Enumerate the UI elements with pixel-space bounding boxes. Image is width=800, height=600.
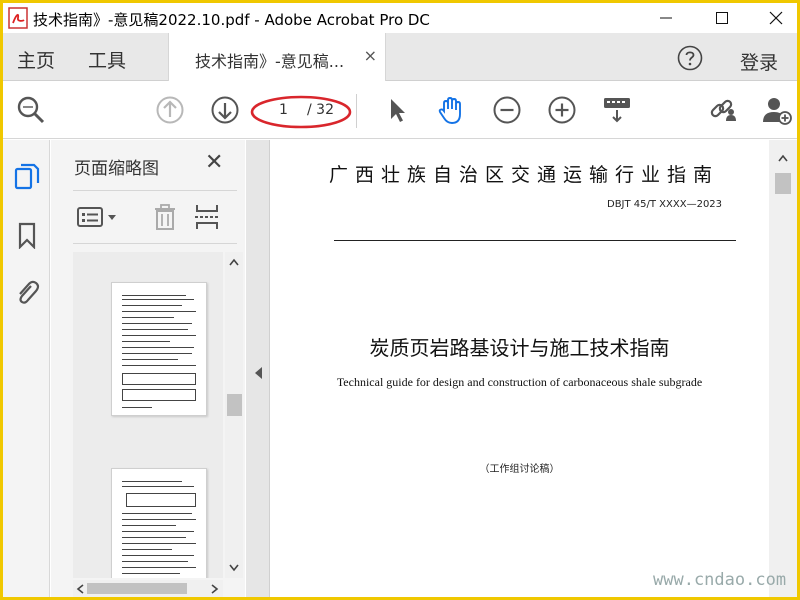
panel-title: 页面缩略图 bbox=[74, 159, 159, 179]
scrollbar-thumb[interactable] bbox=[87, 583, 187, 594]
insert-page-icon[interactable] bbox=[192, 202, 222, 232]
select-cursor-icon[interactable] bbox=[381, 94, 413, 126]
tab-bar: 主页 工具 技术指南》-意见稿... × 登录 bbox=[3, 33, 797, 81]
document-code: DBJT 45/T XXXX—2023 bbox=[607, 199, 723, 210]
zoom-out-icon[interactable] bbox=[491, 94, 523, 126]
watermark: www.cndao.com bbox=[653, 570, 787, 590]
thumbnail-horizontal-scrollbar[interactable] bbox=[73, 580, 223, 597]
attachment-icon[interactable] bbox=[13, 278, 41, 306]
document-note: （工作组讨论稿） bbox=[479, 464, 560, 475]
page-down-icon[interactable] bbox=[209, 94, 241, 126]
share-link-icon[interactable] bbox=[707, 94, 739, 126]
delete-icon[interactable] bbox=[150, 202, 180, 232]
title-bar: 技术指南》-意见稿2022.10.pdf - Adobe Acrobat Pro… bbox=[3, 3, 797, 33]
keyboard-icon[interactable] bbox=[601, 94, 633, 126]
toolbar-divider bbox=[356, 94, 357, 128]
panel-divider bbox=[73, 243, 237, 244]
scroll-up-icon[interactable] bbox=[778, 154, 788, 162]
panel-close-button[interactable]: ✕ bbox=[205, 150, 223, 175]
maximize-button[interactable] bbox=[699, 3, 745, 33]
document-subtitle: Technical guide for design and construct… bbox=[336, 375, 703, 389]
help-icon[interactable] bbox=[677, 45, 703, 71]
add-user-icon[interactable] bbox=[761, 94, 793, 126]
red-highlight-ellipse bbox=[250, 95, 352, 129]
bookmark-icon[interactable] bbox=[13, 221, 41, 249]
toolbar: 1 / 32 bbox=[3, 82, 797, 139]
hand-tool-icon[interactable] bbox=[435, 94, 467, 126]
scroll-left-icon[interactable] bbox=[76, 584, 84, 594]
thumbnail-vertical-scrollbar[interactable] bbox=[225, 252, 243, 578]
panel-collapse-handle[interactable] bbox=[246, 140, 270, 597]
document-scrollbar[interactable] bbox=[769, 140, 797, 597]
thumbnail-options-icon[interactable] bbox=[75, 202, 121, 232]
page-up-icon[interactable] bbox=[154, 94, 186, 126]
header-rule bbox=[334, 240, 736, 241]
window-title: 技术指南》-意见稿2022.10.pdf - Adobe Acrobat Pro… bbox=[33, 11, 430, 29]
navigation-rail bbox=[3, 140, 50, 597]
login-button[interactable]: 登录 bbox=[740, 48, 778, 75]
acrobat-icon bbox=[8, 7, 28, 29]
minimize-icon bbox=[660, 17, 672, 19]
page-thumbnail-16[interactable] bbox=[111, 468, 207, 578]
scroll-right-icon[interactable] bbox=[211, 584, 219, 594]
panel-divider bbox=[73, 190, 237, 191]
close-icon bbox=[769, 11, 783, 25]
document-tab-close-button[interactable]: × bbox=[364, 46, 377, 65]
scrollbar-thumb[interactable] bbox=[775, 173, 791, 194]
zoom-in-icon[interactable] bbox=[546, 94, 578, 126]
maximize-icon bbox=[716, 12, 728, 24]
document-page: 广西壮族自治区交通运输行业指南 DBJT 45/T XXXX—2023 炭质页岩… bbox=[271, 140, 768, 597]
scrollbar-thumb[interactable] bbox=[227, 394, 242, 416]
tab-home[interactable]: 主页 bbox=[17, 46, 55, 73]
tab-tools[interactable]: 工具 bbox=[88, 46, 126, 73]
thumbnail-panel: 页面缩略图 ✕ bbox=[51, 140, 245, 597]
zoom-search-icon[interactable] bbox=[15, 94, 47, 126]
document-header: 广西壮族自治区交通运输行业指南 bbox=[329, 164, 720, 186]
page-thumbnail-15[interactable] bbox=[111, 282, 207, 416]
thumbnail-list: 15 bbox=[73, 252, 223, 578]
document-tab-label: 技术指南》-意见稿... bbox=[195, 52, 345, 71]
collapse-arrow-icon[interactable] bbox=[253, 366, 263, 380]
acrobat-window: 技术指南》-意见稿2022.10.pdf - Adobe Acrobat Pro… bbox=[3, 3, 797, 597]
minimize-button[interactable] bbox=[643, 3, 689, 33]
close-window-button[interactable] bbox=[753, 3, 797, 33]
scroll-down-icon[interactable] bbox=[229, 564, 239, 572]
scroll-up-icon[interactable] bbox=[229, 258, 239, 266]
page-thumbnails-icon[interactable] bbox=[13, 162, 41, 190]
tab-document[interactable]: 技术指南》-意见稿... × bbox=[168, 33, 386, 81]
document-title: 炭质页岩路基设计与施工技术指南 bbox=[369, 336, 670, 360]
